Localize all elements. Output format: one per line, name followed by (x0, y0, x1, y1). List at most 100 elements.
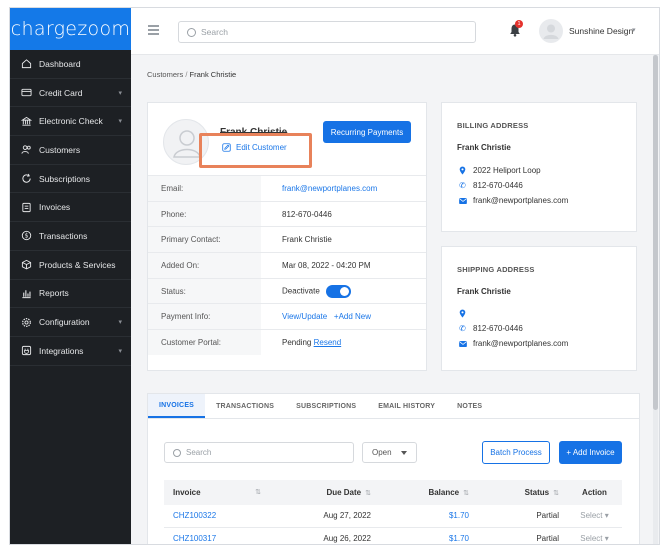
sidebar-item-reports[interactable]: Reports (10, 280, 131, 309)
sidebar-item-label: Products & Services (39, 259, 116, 270)
sidebar-item-integrations[interactable]: Integrations ▾ (10, 337, 131, 366)
brand-logo[interactable]: chargezoom (10, 8, 131, 50)
sidebar: chargezoom Dashboard Credit Card ▾ Elect… (10, 8, 131, 544)
info-label: Status: (148, 277, 261, 304)
sidebar-nav: Dashboard Credit Card ▾ Electronic Check… (10, 50, 131, 366)
batch-process-button[interactable]: Batch Process (482, 441, 550, 464)
sidebar-item-subscriptions[interactable]: Subscriptions (10, 165, 131, 194)
sidebar-item-customers[interactable]: Customers (10, 136, 131, 165)
page-scrollbar[interactable] (653, 55, 658, 544)
global-search-input[interactable]: Search (178, 21, 476, 43)
chevron-down-icon: ▾ (118, 347, 122, 355)
gear-icon (20, 316, 32, 328)
caret-down-icon: ▾ (604, 533, 609, 543)
breadcrumb-parent[interactable]: Customers (147, 70, 183, 79)
customer-profile-card: Frank Christie Edit Customer Recurring P… (147, 102, 427, 371)
column-header-action: Action (567, 480, 622, 505)
chevron-down-icon: ▾ (118, 319, 122, 327)
sidebar-item-credit-card[interactable]: Credit Card ▾ (10, 79, 131, 108)
breadcrumb: Customers / Frank Christie (147, 70, 236, 79)
info-value: Mar 08, 2022 - 04:20 PM (261, 252, 426, 279)
invoice-link[interactable]: CHZ100322 (173, 511, 216, 520)
info-value: Pending Resend (261, 329, 426, 356)
action-select[interactable]: Select ▾ (567, 505, 622, 528)
chevron-down-icon[interactable]: ▾ (632, 26, 636, 34)
invoice-icon (20, 201, 32, 213)
sidebar-item-products[interactable]: Products & Services (10, 251, 131, 280)
action-select[interactable]: Select ▾ (567, 527, 622, 544)
box-icon (20, 259, 32, 271)
status-toggle[interactable] (325, 284, 351, 298)
column-header-invoice[interactable]: Invoice ⇅ (164, 480, 269, 505)
sidebar-item-dashboard[interactable]: Dashboard (10, 50, 131, 79)
sidebar-item-configuration[interactable]: Configuration ▾ (10, 308, 131, 337)
billing-name: Frank Christie (457, 143, 511, 152)
invoice-search-input[interactable]: Search (164, 442, 354, 463)
recurring-payments-button[interactable]: Recurring Payments (323, 121, 411, 143)
view-update-link[interactable]: View/Update (282, 312, 327, 321)
user-avatar[interactable] (539, 19, 563, 43)
column-header-balance[interactable]: Balance ⇅ (379, 480, 477, 505)
tab-bar: INVOICES TRANSACTIONS SUBSCRIPTIONS EMAI… (148, 394, 639, 419)
chevron-down-icon: ▾ (118, 118, 122, 126)
bar-chart-icon (20, 287, 32, 299)
info-row-payment-info: Payment Info: View/Update +Add New (148, 303, 426, 330)
table-header-row: Invoice ⇅ Due Date ⇅ Balance ⇅ Status ⇅ Acti… (164, 480, 622, 505)
info-value: 812-670-0446 (261, 200, 426, 227)
billing-phone: 812-670-0446 (473, 181, 523, 190)
users-icon (20, 144, 32, 156)
tab-invoices[interactable]: INVOICES (148, 394, 206, 418)
sidebar-item-invoices[interactable]: Invoices (10, 193, 131, 223)
notifications-bell[interactable]: 1 (509, 20, 523, 37)
tab-transactions[interactable]: TRANSACTIONS (205, 394, 285, 418)
info-value: Frank Christie (261, 226, 426, 253)
sidebar-item-label: Integrations (39, 345, 84, 356)
user-icon (543, 24, 559, 39)
balance-cell: $1.70 (379, 505, 477, 528)
sort-icon: ⇅ (365, 490, 371, 497)
info-label: Phone: (148, 200, 261, 227)
invoice-number-cell: CHZ100317 (164, 527, 269, 544)
shipping-title: SHIPPING ADDRESS (457, 265, 535, 274)
customer-tabs-card: INVOICES TRANSACTIONS SUBSCRIPTIONS EMAI… (147, 393, 640, 544)
sidebar-item-label: Dashboard (39, 58, 81, 69)
search-icon (173, 448, 181, 457)
info-label: Primary Contact: (148, 226, 261, 253)
table-row: CHZ100322 Aug 27, 2022 $1.70 Partial Sel… (164, 505, 622, 528)
invoice-status-select[interactable]: Open (362, 442, 417, 463)
sidebar-item-electronic-check[interactable]: Electronic Check ▾ (10, 107, 131, 137)
envelope-icon (458, 197, 467, 204)
envelope-icon (458, 340, 467, 347)
add-invoice-button[interactable]: + Add Invoice (559, 441, 622, 464)
tab-subscriptions[interactable]: SUBSCRIPTIONS (285, 394, 367, 418)
invoice-link[interactable]: CHZ100317 (173, 534, 216, 543)
sidebar-item-label: Credit Card (39, 87, 83, 98)
shipping-phone-line: ✆ 812-670-0446 (458, 324, 523, 333)
column-header-due-date[interactable]: Due Date ⇅ (269, 480, 379, 505)
location-pin-icon (458, 166, 467, 175)
info-value: frank@newportplanes.com (261, 175, 426, 202)
resend-link[interactable]: Resend (314, 338, 342, 347)
chevron-down-icon: ▾ (118, 89, 122, 97)
search-placeholder: Search (201, 27, 228, 37)
bank-icon (20, 115, 32, 127)
sidebar-item-transactions[interactable]: $ Transactions (10, 222, 131, 251)
topbar: Search 1 Sunshine Design ▾ (131, 8, 659, 55)
menu-toggle-icon[interactable] (148, 25, 159, 37)
info-label: Customer Portal: (148, 329, 261, 356)
sidebar-item-label: Reports (39, 288, 69, 299)
add-new-payment-link[interactable]: +Add New (334, 312, 371, 321)
highlight-box (199, 133, 312, 168)
column-header-status[interactable]: Status ⇅ (477, 480, 567, 505)
tab-notes[interactable]: NOTES (446, 394, 493, 418)
tab-email-history[interactable]: EMAIL HISTORY (367, 394, 446, 418)
info-label: Added On: (148, 252, 261, 279)
due-date-cell: Aug 27, 2022 (269, 505, 379, 528)
billing-email-line: frank@newportplanes.com (458, 196, 568, 205)
customer-info-table: Email: frank@newportplanes.com Phone: 81… (148, 175, 426, 356)
user-name[interactable]: Sunshine Design (569, 26, 633, 36)
info-label: Payment Info: (148, 303, 261, 330)
phone-icon: ✆ (459, 324, 466, 333)
scrollbar-thumb[interactable] (653, 55, 658, 410)
email-link[interactable]: frank@newportplanes.com (282, 184, 377, 193)
